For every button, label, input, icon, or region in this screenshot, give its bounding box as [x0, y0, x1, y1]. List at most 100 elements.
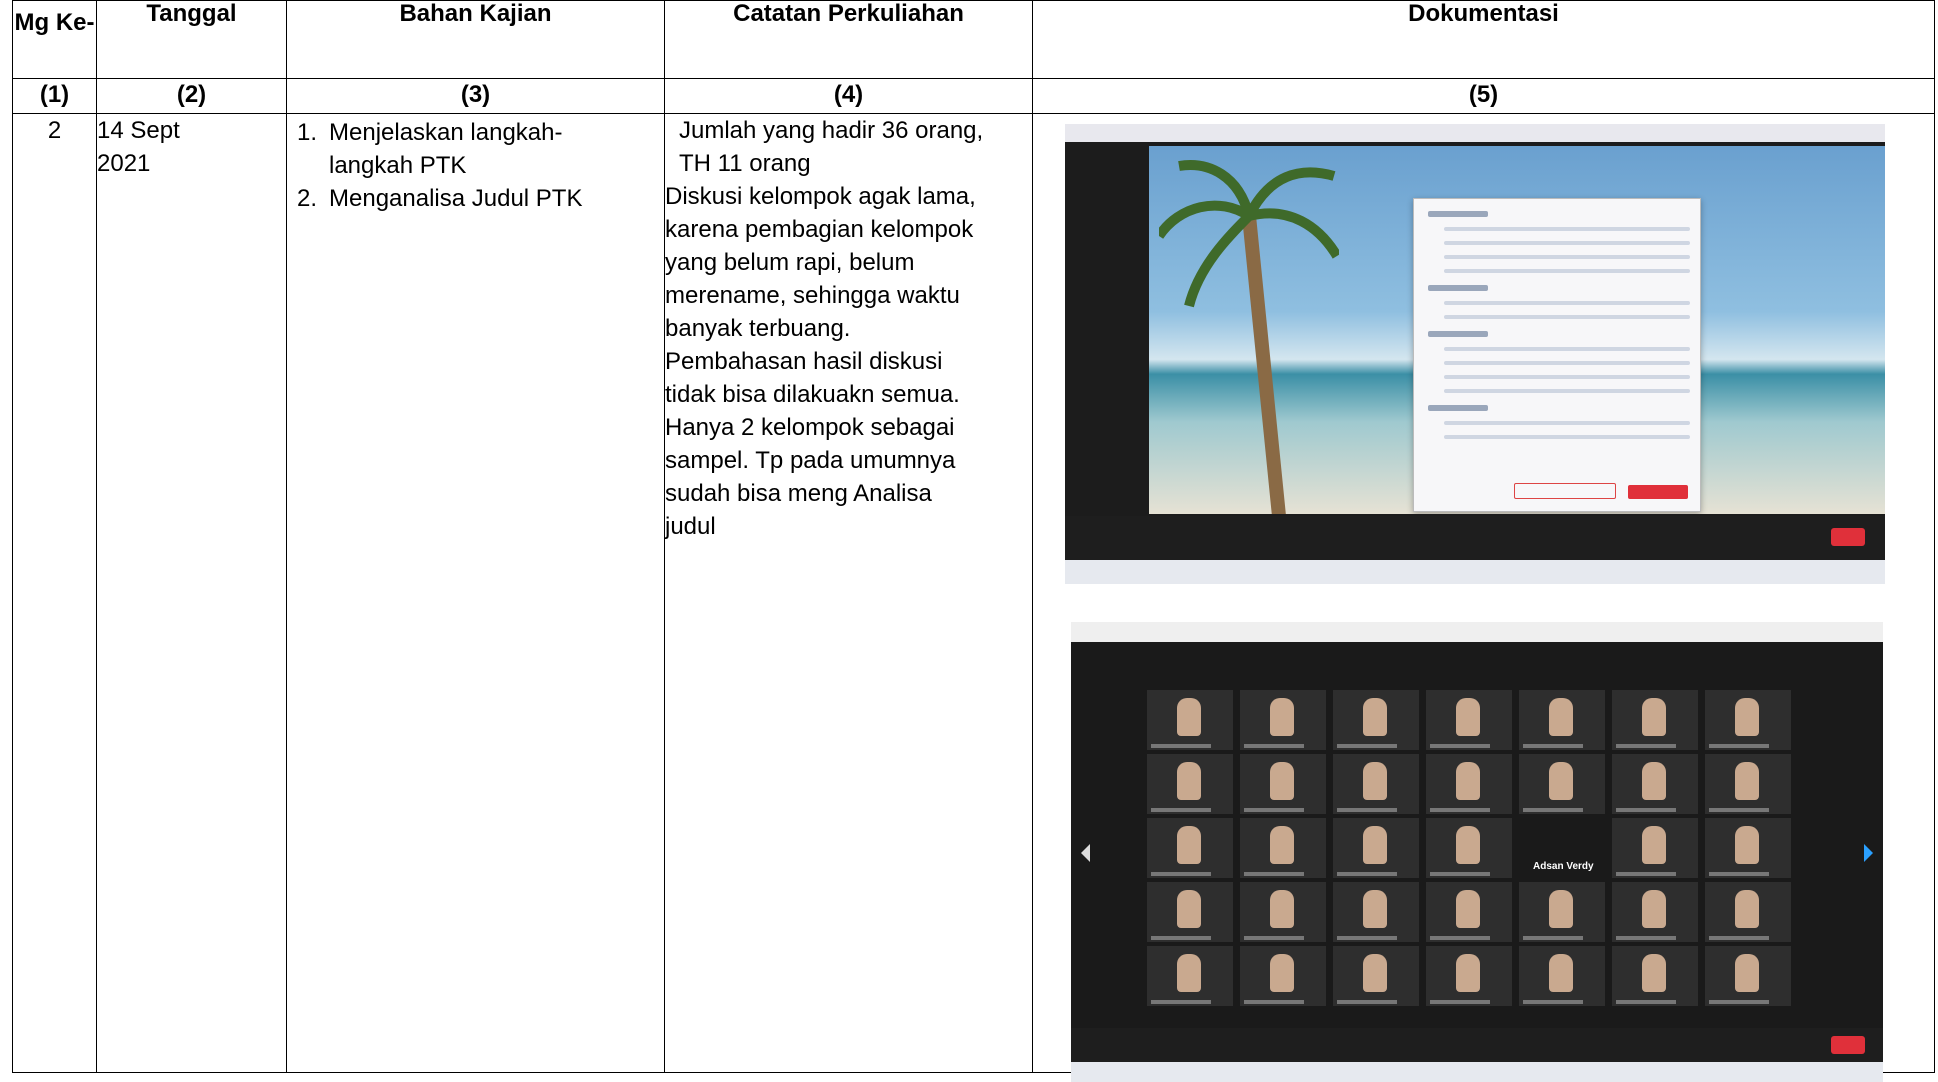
notes-line: merename, sehingga waktu: [665, 282, 960, 309]
lecture-record-table: Mg Ke- Tanggal Bahan Kajian Catatan Perk…: [12, 0, 1935, 1082]
participant-video: [1549, 954, 1573, 992]
gallery-view-screenshot: Adsan Verdy: [1071, 622, 1883, 1082]
notes-line: Diskusi kelompok agak lama,: [665, 183, 976, 210]
participant-tile: [1705, 690, 1791, 750]
participant-name-bar: [1151, 744, 1211, 748]
participant-name-bar: [1244, 808, 1304, 812]
participant-tile: [1333, 946, 1419, 1006]
participant-video: [1177, 762, 1201, 800]
participant-tile: [1705, 946, 1791, 1006]
breakout-rooms-panel: [1413, 198, 1701, 512]
participant-video: [1363, 762, 1387, 800]
notes-line: tidak bisa dilakuakn semua.: [665, 381, 960, 408]
participant-name-bar: [1244, 1000, 1304, 1004]
participant-video: [1642, 762, 1666, 800]
participant-tile: [1519, 946, 1605, 1006]
participant-name-bar: [1616, 872, 1676, 876]
participant-video: [1735, 762, 1759, 800]
material-list: 1. Menjelaskan langkah- langkah PTK 2. M…: [287, 116, 664, 215]
participant-video: [1735, 890, 1759, 928]
participant-name-bar: [1430, 744, 1490, 748]
participant-name-bar: [1709, 808, 1769, 812]
participant-video: [1270, 826, 1294, 864]
header-row: Mg Ke- Tanggal Bahan Kajian Catatan Perk…: [12, 0, 1935, 79]
documentation-cell: Adsan Verdy: [1032, 113, 1935, 1082]
column-number-2: (2): [96, 78, 287, 114]
participant-tile: [1240, 946, 1326, 1006]
participant-tile: [1426, 690, 1512, 750]
date-line-2: 2021: [97, 150, 151, 177]
participant-tile: [1612, 754, 1698, 814]
participant-video: [1549, 762, 1573, 800]
participant-video: [1549, 698, 1573, 736]
participant-name-bar: [1709, 936, 1769, 940]
participant-name-bar: [1337, 1000, 1397, 1004]
participant-name-bar: [1337, 936, 1397, 940]
participant-tile: [1519, 882, 1605, 942]
participant-tile: [1612, 690, 1698, 750]
participant-name-bar: [1523, 1000, 1583, 1004]
header-week: Mg Ke-: [12, 0, 97, 79]
participant-name-bar: [1430, 808, 1490, 812]
column-number-1: (1): [12, 78, 97, 114]
notes-line: Pembahasan hasil diskusi: [665, 348, 943, 375]
participant-tile: [1147, 818, 1233, 878]
participant-video: [1735, 826, 1759, 864]
participant-video: [1363, 954, 1387, 992]
participant-name-bar: [1709, 872, 1769, 876]
column-number-5: (5): [1032, 78, 1935, 114]
palm-tree-image: [1159, 160, 1339, 514]
participant-video: [1642, 890, 1666, 928]
chevron-right-icon: [1864, 844, 1873, 862]
participant-video: [1363, 826, 1387, 864]
participant-name-bar: [1616, 744, 1676, 748]
participant-tile: [1426, 754, 1512, 814]
participant-video: [1456, 954, 1480, 992]
participant-name-bar: [1430, 1000, 1490, 1004]
meeting-toolbar: [1065, 516, 1885, 560]
participant-name-bar: [1430, 936, 1490, 940]
participant-video: [1177, 954, 1201, 992]
breakout-rooms-screenshot: [1065, 124, 1885, 584]
participant-tile: [1426, 882, 1512, 942]
notes-line: judul: [665, 513, 716, 540]
column-number-row: (1) (2) (3) (4) (5): [12, 78, 1935, 114]
material-text-cont: langkah PTK: [329, 152, 467, 179]
beach-background-image: [1149, 146, 1885, 514]
participant-name-bar: [1244, 936, 1304, 940]
participant-name-bar: [1709, 744, 1769, 748]
participant-tile: [1240, 754, 1326, 814]
header-documentation: Dokumentasi: [1032, 0, 1935, 79]
participant-tile: [1333, 690, 1419, 750]
participant-video: [1549, 890, 1573, 928]
participant-tile: [1240, 882, 1326, 942]
participant-name-bar: [1616, 808, 1676, 812]
participant-tile: [1333, 882, 1419, 942]
participant-tile: [1519, 754, 1605, 814]
windows-taskbar: [1065, 560, 1885, 584]
participant-name-bar: [1523, 744, 1583, 748]
participant-name-bar: [1244, 744, 1304, 748]
participant-name-bar: [1337, 808, 1397, 812]
participant-tile: [1333, 754, 1419, 814]
chevron-left-icon: [1081, 844, 1090, 862]
participant-name-bar: [1523, 936, 1583, 940]
broadcast-button: [1514, 483, 1616, 499]
week-value: 2: [47, 117, 62, 144]
notes-attendance-line-1: Jumlah yang hadir 36 orang,: [679, 117, 984, 144]
column-number-3: (3): [286, 78, 665, 114]
participant-tile: [1333, 818, 1419, 878]
participant-video: [1642, 826, 1666, 864]
participant-tile: [1426, 946, 1512, 1006]
participant-video: [1270, 762, 1294, 800]
column-number-4: (4): [664, 78, 1033, 114]
participant-name-bar: [1430, 872, 1490, 876]
date-cell: 14 Sept 2021: [96, 113, 287, 1073]
material-number: 2.: [297, 185, 318, 212]
notes-line: yang belum rapi, belum: [665, 249, 915, 276]
list-item: 2. Menganalisa Judul PTK: [297, 182, 664, 215]
participant-name-bar: [1151, 808, 1211, 812]
participant-video: [1270, 890, 1294, 928]
participant-video: [1270, 698, 1294, 736]
header-material: Bahan Kajian: [286, 0, 665, 79]
